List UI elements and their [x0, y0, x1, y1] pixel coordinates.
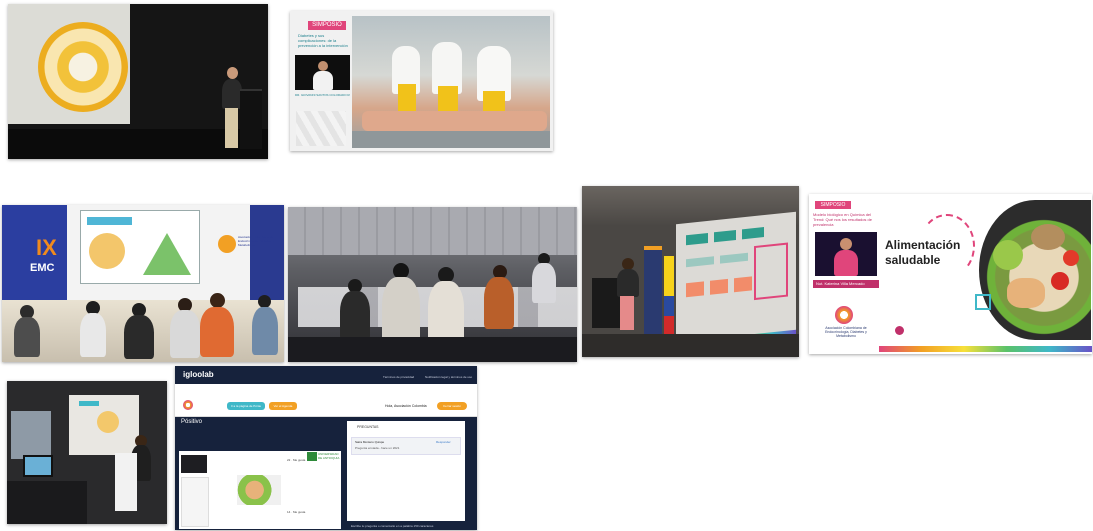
university-logo — [307, 452, 317, 461]
event-logo: IX — [36, 235, 57, 260]
stage-projection — [80, 210, 200, 284]
like-count-2[interactable]: 14 · Me gusta — [287, 509, 327, 515]
org-logo — [835, 306, 853, 324]
question-input[interactable]: Escribe tu pregunta o comentario en a pa… — [351, 523, 463, 529]
university-name: UNIVERSIDAD DE ANTIOQUIA — [318, 452, 340, 460]
food-photo — [237, 475, 281, 505]
org-logo — [183, 400, 193, 410]
speaker-name: Nut. Katerina Villa Mercado — [813, 280, 879, 288]
questions-panel: PREGUNTAS Saira Montero Quispe Pregunta … — [347, 421, 465, 521]
photo-speaker-flowchart — [582, 186, 799, 357]
room-floor — [582, 334, 799, 357]
question-text: Pregunta enviada - hace un 2021 — [355, 446, 400, 450]
nav-button-agenda[interactable]: Ver el Agenda — [269, 402, 297, 410]
slide-symposium-poultry: SIMPOSIO Diabetes y sus complicaciones: … — [290, 11, 553, 151]
speaker-trousers — [620, 296, 634, 330]
question-card[interactable]: Saira Montero Quispe Pregunta enviada - … — [351, 437, 461, 455]
podium — [240, 89, 262, 149]
event-org-logo — [218, 235, 236, 253]
top-link-privacy[interactable]: Términos de privacidad — [383, 374, 423, 380]
webinar-screenshot: igloolab Términos de privacidad Notifica… — [175, 366, 477, 530]
photo-audience-room — [288, 207, 577, 362]
decor-dashed-arc — [919, 214, 975, 278]
photo-speaker-projector — [8, 4, 268, 159]
slide-alimentacion-saludable: SIMPOSIO Modelo biológico en Química del… — [809, 194, 1092, 354]
room-tables — [7, 481, 87, 524]
webinar-header: Ir a la página de Pónte Ver el Agenda Ho… — [175, 396, 477, 417]
room-wall-panels — [288, 207, 577, 255]
room-floor — [288, 337, 577, 362]
slide-wheel-graphic — [38, 22, 128, 112]
salad-bowl-photo — [979, 200, 1091, 340]
room-window — [11, 411, 51, 459]
org-name: Asociación Colombiana de Endocrinología,… — [825, 326, 867, 338]
speaker-legs — [225, 108, 238, 148]
flag — [664, 256, 674, 336]
photo-audience-stage: IX EMC Asociación Colombiana de Endocrin… — [2, 205, 284, 362]
presenter-thumb-2 — [181, 477, 209, 527]
brand-logo[interactable]: igloolab — [183, 369, 223, 381]
presenter-thumb — [181, 455, 207, 473]
symposium-title: Diabetes y sus complicaciones: de la pre… — [298, 33, 348, 48]
nav-button-page[interactable]: Ir a la página de Pónte — [227, 402, 265, 410]
speaker-head — [227, 67, 238, 79]
top-link-legal[interactable]: Notificación legal y términos de uso — [425, 374, 475, 380]
photo-speaker-dark-room — [7, 381, 167, 524]
tv-monitor — [23, 455, 53, 477]
speaker-video-thumb — [815, 232, 877, 276]
poultry-plant-photo — [352, 16, 550, 148]
questions-title: PREGUNTAS — [357, 425, 379, 429]
decor-square — [975, 294, 991, 310]
event-logo-sub: EMC — [30, 262, 55, 274]
rainbow-bar — [879, 346, 1092, 352]
rollup-banner — [644, 246, 662, 338]
symposium-title: Modelo biológico en Química del Trend: Q… — [813, 212, 872, 227]
speaker-video-thumb — [295, 55, 350, 90]
logout-button[interactable]: Cerrar sesión — [437, 402, 467, 410]
section-title: Pósitivo — [181, 419, 203, 425]
event-org-text: Asociación Colombiana de Endocrinología,… — [238, 235, 274, 247]
speaker-body — [222, 79, 242, 109]
speaker-name: DR. GIOVANNI SANTOS COLORADO ROJAS — [295, 93, 350, 97]
flowchart-projection — [676, 211, 796, 351]
decor-dot — [895, 326, 904, 335]
slide-decor-hex — [296, 111, 346, 146]
projection-screen — [69, 395, 139, 455]
question-reply-link[interactable]: Responder — [436, 439, 458, 445]
video-player[interactable]: 22 · Me gusta 14 · Me gusta UNIVERSIDAD … — [179, 451, 341, 529]
symposium-badge: SIMPOSIO — [308, 21, 346, 30]
webinar-topbar: igloolab Términos de privacidad Notifica… — [175, 366, 477, 384]
user-greeting: Hola, Asociación Colombia — [385, 404, 427, 408]
symposium-badge: SIMPOSIO — [815, 201, 851, 209]
podium — [592, 278, 620, 328]
webinar-content-bg: Pósitivo 22 · Me gusta 14 · Me gusta UNI… — [175, 417, 477, 530]
podium — [115, 453, 137, 511]
